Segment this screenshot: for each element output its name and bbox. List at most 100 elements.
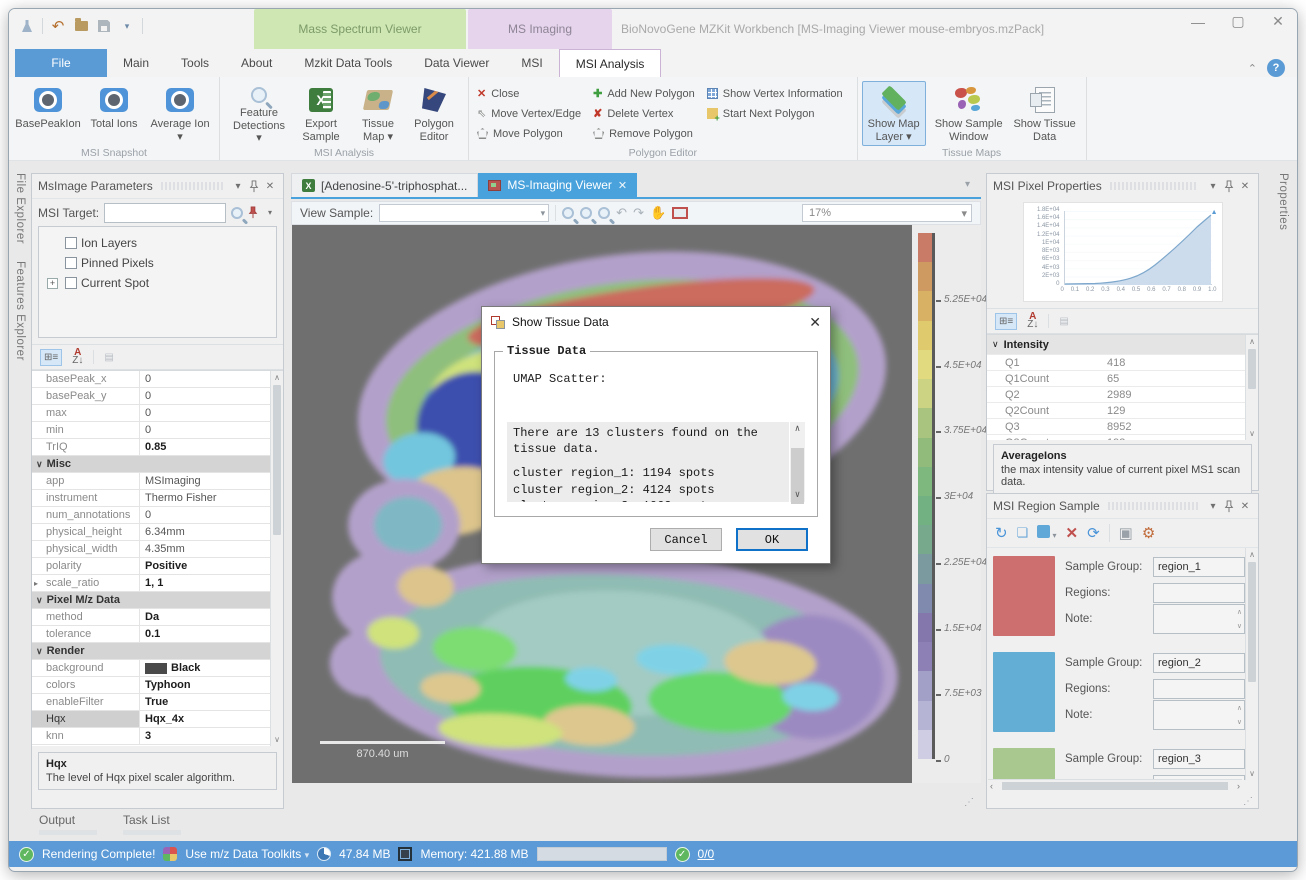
document-tab-adenosine[interactable]: X [Adenosine-5'-triphosphat... xyxy=(291,173,478,197)
property-value[interactable]: Da xyxy=(140,611,283,623)
tree-item-current-spot[interactable]: +Current Spot xyxy=(43,273,272,293)
property-value[interactable]: Typhoon xyxy=(140,679,283,691)
zoom-reset-icon[interactable] xyxy=(598,207,610,219)
property-row[interactable]: methodDa xyxy=(32,609,283,626)
property-value[interactable]: 0.85 xyxy=(140,441,283,453)
property-row[interactable]: colorsTyphoon xyxy=(32,677,283,694)
tree-item-pinned-pixels[interactable]: Pinned Pixels xyxy=(43,253,272,273)
collapse-icon[interactable]: ∨ xyxy=(36,595,43,606)
checkbox[interactable] xyxy=(65,257,77,269)
intensity-row[interactable]: Q1418 xyxy=(987,355,1258,371)
pin-icon[interactable] xyxy=(1224,180,1234,193)
spin-up-icon[interactable]: ∧ xyxy=(1237,608,1242,616)
sidebar-tab-features-explorer[interactable]: Features Explorer xyxy=(14,261,26,361)
tab-msi[interactable]: MSI xyxy=(505,49,558,77)
property-value[interactable]: Positive xyxy=(140,560,283,572)
tab-tools[interactable]: Tools xyxy=(165,49,225,77)
categorize-icon[interactable]: ⊞≡ xyxy=(995,313,1017,330)
ok-button[interactable]: OK xyxy=(736,528,808,551)
spin-down-icon[interactable]: ∨ xyxy=(1237,622,1242,630)
open-folder-icon[interactable] xyxy=(73,18,89,34)
cancel-button[interactable]: Cancel xyxy=(650,528,722,551)
add-new-polygon-button[interactable]: ✚Add New Polygon xyxy=(593,85,695,102)
property-category-row[interactable]: ∨Pixel M/z Data xyxy=(32,592,283,609)
settings-gear-icon[interactable]: ⚙ xyxy=(1142,524,1155,542)
region-color-swatch[interactable] xyxy=(993,556,1055,636)
show-sample-window-button[interactable]: Show Sample Window xyxy=(930,81,1008,146)
tab-file[interactable]: File xyxy=(15,49,107,77)
sort-az-icon[interactable]: AZ↓ xyxy=(68,346,87,368)
collapse-icon[interactable]: ∨ xyxy=(36,646,43,657)
chevron-down-icon[interactable]: ▾ xyxy=(1206,181,1220,192)
sort-az-icon[interactable]: AZ↓ xyxy=(1023,310,1042,332)
dialog-scrollbar[interactable]: ∧ ∨ xyxy=(790,422,805,502)
chevron-down-icon[interactable]: ▾ xyxy=(1206,501,1220,512)
property-value[interactable]: 1, 1 xyxy=(140,577,283,589)
sync-icon[interactable]: ⟳ xyxy=(1087,524,1100,542)
collapse-icon[interactable]: ∨ xyxy=(992,339,999,350)
checkbox[interactable] xyxy=(65,237,77,249)
checkbox[interactable] xyxy=(65,277,77,289)
property-row[interactable]: max0 xyxy=(32,405,283,422)
rotate-right-icon[interactable]: ↷ xyxy=(633,205,644,221)
copy-region-icon[interactable]: ❏ xyxy=(1017,525,1029,541)
overflow-icon[interactable]: ▾ xyxy=(263,208,277,217)
zoom-out-icon[interactable] xyxy=(580,207,592,219)
property-row[interactable]: min0 xyxy=(32,422,283,439)
scrollbar-vertical[interactable]: ∧ ∨ xyxy=(1245,548,1258,780)
polygon-editor-button[interactable]: Polygon Editor xyxy=(408,81,460,146)
close-button[interactable]: ✕ xyxy=(1265,13,1291,30)
property-value[interactable]: 0 xyxy=(140,390,283,402)
property-row[interactable]: physical_height6.34mm xyxy=(32,524,283,541)
property-value[interactable]: 6.34mm xyxy=(140,526,283,538)
region-tool-icon[interactable]: ▾ xyxy=(1037,525,1056,542)
intensity-row[interactable]: Q2Count129 xyxy=(987,403,1258,419)
close-tab-icon[interactable]: ✕ xyxy=(618,179,627,192)
property-value[interactable]: 0 xyxy=(140,509,283,521)
show-tissue-data-button[interactable]: Show Tissue Data xyxy=(1012,81,1078,146)
help-icon[interactable]: ? xyxy=(1267,59,1285,77)
property-value[interactable]: 0 xyxy=(140,424,283,436)
task-list-tab[interactable]: Task List xyxy=(123,813,181,838)
zoom-level-combo[interactable]: 17%▾ xyxy=(802,204,972,222)
property-value[interactable]: 0 xyxy=(140,407,283,419)
categorize-icon[interactable]: ⊞≡ xyxy=(40,349,62,366)
intensity-category-row[interactable]: ∨Intensity xyxy=(987,335,1258,355)
pin-red-icon[interactable] xyxy=(248,206,258,219)
zoom-in-icon[interactable] xyxy=(562,207,574,219)
collapse-ribbon-icon[interactable]: ⌃ xyxy=(1248,62,1257,75)
close-icon[interactable]: ✕ xyxy=(1238,501,1252,512)
start-next-polygon-button[interactable]: Start Next Polygon xyxy=(707,105,843,122)
spin-up-icon[interactable]: ∧ xyxy=(1237,704,1242,712)
feature-detections-button[interactable]: Feature Detections ▾ xyxy=(228,81,290,146)
remove-polygon-button[interactable]: Remove Polygon xyxy=(593,125,695,142)
rotate-left-icon[interactable]: ↶ xyxy=(616,205,627,221)
tab-mzkit-data-tools[interactable]: Mzkit Data Tools xyxy=(288,49,408,77)
move-vertex-edge-button[interactable]: ⇖Move Vertex/Edge xyxy=(477,105,581,122)
save-icon[interactable]: ▣ xyxy=(1119,524,1133,542)
average-ion-button[interactable]: Average Ion ▾ xyxy=(149,81,211,146)
property-value[interactable]: MSImaging xyxy=(140,475,283,487)
regions-input[interactable] xyxy=(1153,679,1245,699)
tree-item-ion-layers[interactable]: Ion Layers xyxy=(43,233,272,253)
search-icon[interactable] xyxy=(231,207,243,219)
document-tab-ms-imaging-viewer[interactable]: MS-Imaging Viewer ✕ xyxy=(478,173,637,197)
msi-target-input[interactable] xyxy=(104,203,226,223)
scrollbar-vertical[interactable]: ∧ ∨ xyxy=(1245,335,1258,440)
property-value[interactable]: 0.1 xyxy=(140,628,283,640)
snapshot-frame-icon[interactable] xyxy=(672,207,688,219)
view-sample-combo[interactable]: ▾ xyxy=(379,204,549,222)
collapse-icon[interactable]: ∨ xyxy=(36,459,43,470)
property-value[interactable]: Thermo Fisher xyxy=(140,492,283,504)
sample-group-input[interactable] xyxy=(1153,653,1245,673)
property-row[interactable]: scale_ratio▸1, 1 xyxy=(32,575,283,592)
close-icon[interactable]: ✕ xyxy=(1238,181,1252,192)
property-value[interactable]: Hqx_4x xyxy=(140,713,283,725)
expand-icon[interactable]: ▸ xyxy=(34,579,38,588)
property-row[interactable]: knn3 xyxy=(32,728,283,745)
note-textarea[interactable]: ∧∨ xyxy=(1153,604,1245,634)
intensity-row[interactable]: Q22989 xyxy=(987,387,1258,403)
region-color-swatch[interactable] xyxy=(993,652,1055,732)
property-row[interactable]: instrumentThermo Fisher xyxy=(32,490,283,507)
property-row[interactable]: backgroundBlack xyxy=(32,660,283,677)
